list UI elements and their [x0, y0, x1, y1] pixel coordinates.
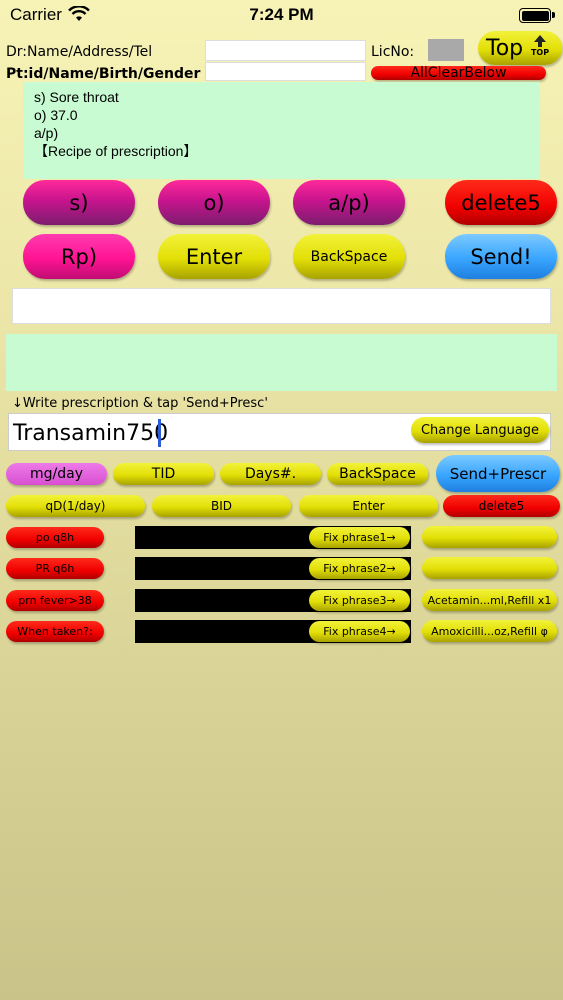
prescription-input-value: Transamin750: [13, 421, 169, 446]
note-line-objective: o) 37.0: [34, 107, 78, 123]
phrase-field-2[interactable]: Fix phrase2→: [135, 557, 411, 580]
s-button[interactable]: s): [23, 180, 135, 225]
fix-phrase-1-button[interactable]: Fix phrase1→: [309, 527, 410, 548]
rp-button[interactable]: Rp): [23, 234, 135, 279]
change-language-button[interactable]: Change Language: [411, 417, 549, 443]
days-button[interactable]: Days#.: [220, 463, 321, 485]
enter-button[interactable]: Enter: [158, 234, 270, 279]
phrase-field-1[interactable]: Fix phrase1→: [135, 526, 411, 549]
saved-phrase-2[interactable]: [422, 557, 557, 579]
all-clear-button[interactable]: AllClearBelow: [371, 65, 546, 81]
phrase-tag-1[interactable]: po q8h: [6, 527, 104, 548]
qd-button[interactable]: qD(1/day): [6, 495, 145, 517]
battery-icon: [519, 8, 551, 23]
bid-button[interactable]: BID: [152, 495, 291, 517]
send-prescription-button[interactable]: Send+Prescr: [436, 455, 560, 492]
saved-phrase-4[interactable]: Amoxicilli...oz,Refill φ: [422, 620, 557, 642]
fix-phrase-2-button[interactable]: Fix phrase2→: [309, 558, 410, 579]
patient-info-label: Pt:id/Name/Birth/Gender: [6, 66, 201, 82]
saved-phrase-1[interactable]: [422, 526, 557, 548]
phrase-field-4[interactable]: Fix phrase4→: [135, 620, 411, 643]
phrase-field-3[interactable]: Fix phrase3→: [135, 589, 411, 612]
clock: 7:24 PM: [249, 5, 314, 24]
doctor-info-label: Dr:Name/Address/Tel: [6, 44, 153, 60]
prescription-preview-area[interactable]: [6, 334, 557, 391]
ap-button[interactable]: a/p): [293, 180, 405, 225]
send-button[interactable]: Send!: [445, 234, 557, 279]
top-button-label: Top: [486, 35, 524, 61]
tid-button[interactable]: TID: [113, 463, 214, 485]
o-button[interactable]: o): [158, 180, 270, 225]
fix-phrase-4-button[interactable]: Fix phrase4→: [309, 621, 410, 642]
mg-day-button[interactable]: mg/day: [6, 463, 107, 485]
dose-enter-button[interactable]: Enter: [299, 495, 438, 517]
dose-backspace-button[interactable]: BackSpace: [327, 463, 428, 485]
delete5-button[interactable]: delete5: [445, 180, 557, 225]
dose-delete5-button[interactable]: delete5: [443, 495, 560, 517]
phrase-tag-3[interactable]: prn fever>38: [6, 590, 104, 611]
doctor-info-field[interactable]: [205, 40, 366, 61]
license-field[interactable]: [428, 39, 464, 61]
fix-phrase-3-button[interactable]: Fix phrase3→: [309, 590, 410, 611]
note-line-subjective: s) Sore throat: [34, 89, 119, 105]
backspace-button[interactable]: BackSpace: [293, 234, 405, 279]
top-button[interactable]: Top TOP: [478, 31, 562, 65]
prescription-input[interactable]: Transamin750 Change Language: [8, 413, 551, 451]
patient-info-field[interactable]: [205, 62, 366, 81]
phrase-tag-2[interactable]: PR q6h: [6, 558, 104, 579]
arrow-up-icon: TOP: [530, 34, 550, 57]
prescription-instruction: ↓Write prescription & tap 'Send+Presc': [12, 396, 268, 411]
top-small-label: TOP: [530, 48, 550, 57]
note-line-assessment: a/p): [34, 125, 59, 141]
text-cursor: [158, 419, 161, 447]
note-line-recipe: 【Recipe of prescription】: [34, 143, 198, 159]
license-label: LicNo:: [371, 44, 415, 60]
phrase-tag-4[interactable]: When taken?:: [6, 621, 104, 642]
status-bar: Carrier 7:24 PM: [0, 0, 563, 30]
battery-nub: [552, 12, 555, 18]
text-input-field[interactable]: [12, 288, 551, 324]
soap-notes-area[interactable]: s) Sore throat o) 37.0 a/p) 【Recipe of p…: [23, 82, 540, 179]
saved-phrase-3[interactable]: Acetamin...ml,Refill x1: [422, 589, 557, 611]
